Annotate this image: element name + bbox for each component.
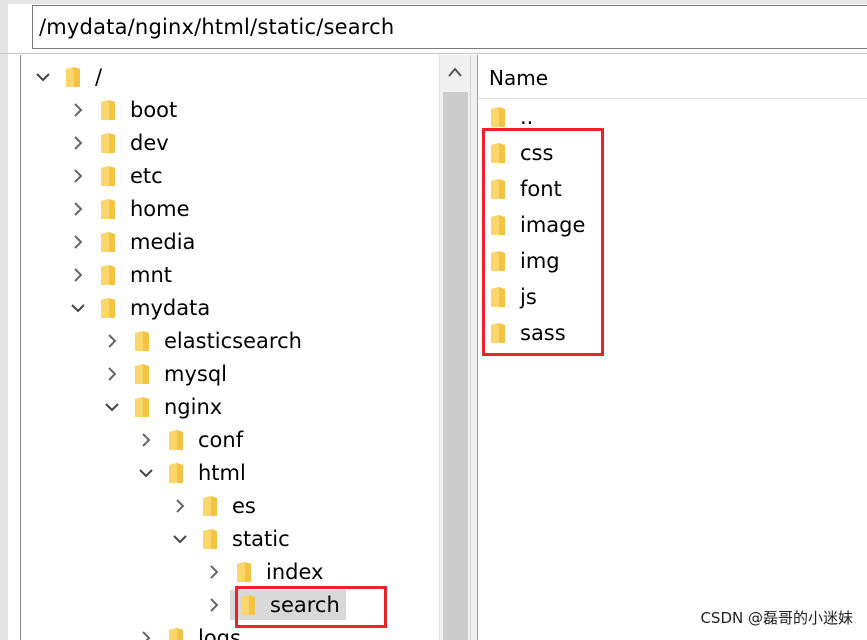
- scroll-thumb[interactable]: [443, 92, 468, 640]
- annotation-highlight-files: [482, 128, 604, 356]
- chevron-right-icon[interactable]: [68, 100, 88, 120]
- tree-node-root[interactable]: /: [33, 60, 102, 93]
- chevron-right-icon[interactable]: [68, 166, 88, 186]
- tree-label: mydata: [130, 295, 211, 320]
- folder-icon: [236, 561, 252, 583]
- address-bar-path: /mydata/nginx/html/static/search: [39, 15, 395, 39]
- folder-icon: [134, 330, 150, 352]
- folder-icon: [134, 363, 150, 385]
- tree-node-conf[interactable]: conf: [136, 423, 243, 456]
- window-top-edge: [0, 0, 867, 4]
- folder-icon: [134, 396, 150, 418]
- chevron-right-icon[interactable]: [68, 232, 88, 252]
- tree-node-home[interactable]: home: [68, 192, 190, 225]
- chevron-right-icon[interactable]: [68, 265, 88, 285]
- folder-icon: [100, 264, 116, 286]
- folder-icon: [100, 165, 116, 187]
- tree-label: media: [130, 229, 196, 254]
- tree-label: dev: [130, 130, 169, 155]
- scroll-up-arrow-icon: [448, 67, 462, 77]
- file-list[interactable]: Name .. css font image img js sass: [478, 55, 867, 640]
- chevron-down-icon[interactable]: [102, 397, 122, 417]
- tree-label: boot: [130, 97, 178, 122]
- folder-icon: [202, 528, 218, 550]
- column-header-name[interactable]: Name: [478, 55, 867, 99]
- tree-node-es[interactable]: es: [170, 489, 256, 522]
- tree-node-elasticsearch[interactable]: elasticsearch: [102, 324, 302, 357]
- folder-icon: [100, 297, 116, 319]
- folder-icon: [100, 198, 116, 220]
- tree-label: index: [266, 559, 324, 584]
- chevron-down-icon[interactable]: [33, 67, 53, 87]
- chevron-right-icon[interactable]: [170, 496, 190, 516]
- folder-icon: [168, 462, 184, 484]
- chevron-right-icon[interactable]: [68, 133, 88, 153]
- list-item-label: ..: [520, 105, 534, 129]
- tree-label: mnt: [130, 262, 172, 287]
- tree-label: es: [232, 493, 256, 518]
- chevron-right-icon[interactable]: [204, 562, 224, 582]
- folder-icon: [100, 132, 116, 154]
- chevron-right-icon[interactable]: [68, 199, 88, 219]
- chevron-right-icon[interactable]: [102, 331, 122, 351]
- chevron-down-icon[interactable]: [170, 529, 190, 549]
- chevron-right-icon[interactable]: [204, 595, 224, 615]
- scroll-up-button[interactable]: [440, 55, 471, 91]
- chevron-down-icon[interactable]: [136, 463, 156, 483]
- chevron-down-icon[interactable]: [68, 298, 88, 318]
- tree-node-logs[interactable]: logs: [136, 621, 241, 640]
- window-left-edge: [0, 0, 8, 640]
- chevron-right-icon[interactable]: [136, 430, 156, 450]
- chevron-right-icon[interactable]: [102, 364, 122, 384]
- folder-icon: [490, 106, 506, 128]
- toolbar-divider: [0, 53, 867, 54]
- folder-icon: [100, 231, 116, 253]
- tree-node-media[interactable]: media: [68, 225, 195, 258]
- tree-label: etc: [130, 163, 163, 188]
- column-header-label: Name: [489, 66, 549, 90]
- tree-label: conf: [198, 427, 244, 452]
- tree-node-html[interactable]: html: [136, 456, 246, 489]
- folder-icon: [168, 429, 184, 451]
- tree-node-nginx[interactable]: nginx: [102, 390, 222, 423]
- tree-label: mysql: [164, 361, 227, 386]
- tree-node-dev[interactable]: dev: [68, 126, 169, 159]
- tree-node-etc[interactable]: etc: [68, 159, 163, 192]
- watermark: CSDN @磊哥的小迷妹: [700, 609, 853, 627]
- tree-node-mydata[interactable]: mydata: [68, 291, 210, 324]
- tree-node-index[interactable]: index: [204, 555, 323, 588]
- pane-splitter[interactable]: [470, 55, 478, 640]
- annotation-highlight-search: [235, 586, 387, 628]
- tree-label: static: [232, 526, 290, 551]
- folder-icon: [168, 627, 184, 640]
- tree-scrollbar[interactable]: [439, 55, 471, 640]
- tree-label: /: [95, 64, 103, 89]
- folder-icon: [100, 99, 116, 121]
- tree-node-mysql[interactable]: mysql: [102, 357, 227, 390]
- tree-node-boot[interactable]: boot: [68, 93, 177, 126]
- tree-label: home: [130, 196, 190, 221]
- tree-label: nginx: [164, 394, 223, 419]
- tree-node-mnt[interactable]: mnt: [68, 258, 172, 291]
- tree-label: html: [198, 460, 246, 485]
- address-bar[interactable]: /mydata/nginx/html/static/search: [32, 5, 867, 49]
- chevron-right-icon[interactable]: [136, 628, 156, 640]
- tree-label: elasticsearch: [164, 328, 302, 353]
- folder-icon: [202, 495, 218, 517]
- folder-icon: [65, 66, 81, 88]
- directory-tree[interactable]: / boot dev etc home media mnt mydata ela…: [21, 55, 439, 640]
- tree-node-static[interactable]: static: [170, 522, 290, 555]
